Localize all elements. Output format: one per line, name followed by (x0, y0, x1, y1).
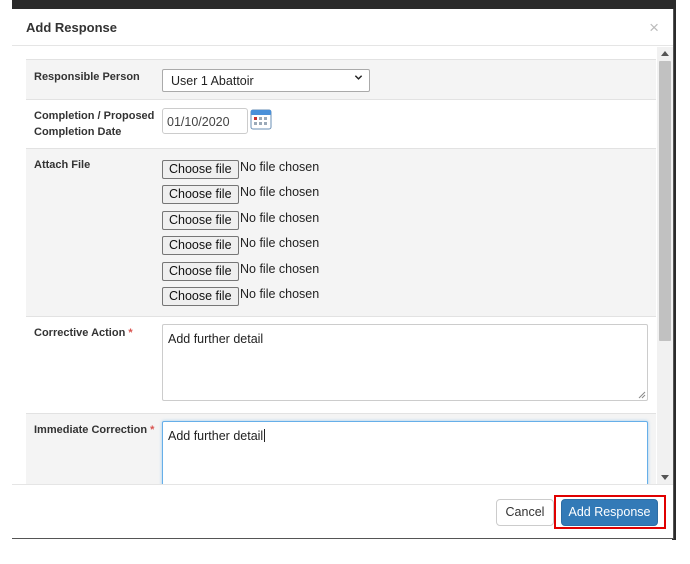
modal-backdrop (12, 0, 675, 9)
scroll-up-arrow-icon[interactable] (661, 51, 669, 56)
row-immediate-correction: Immediate Correction * Add further detai… (26, 413, 656, 484)
modal-body: Responsible Person User 1 Abattoir Compl… (12, 47, 673, 484)
modal-footer: Cancel Add Response (12, 484, 673, 538)
responsible-person-select[interactable]: User 1 Abattoir (162, 69, 370, 92)
chevron-down-icon (354, 75, 363, 80)
resize-grip-icon[interactable] (638, 391, 646, 399)
modal-scrollbar[interactable] (657, 47, 673, 484)
file-status: No file chosen (240, 211, 320, 225)
cancel-button[interactable]: Cancel (496, 499, 554, 526)
attach-file-label: Attach File (34, 159, 91, 171)
responsible-person-selected: User 1 Abattoir (171, 74, 254, 88)
text-cursor (264, 429, 266, 442)
completion-date-input[interactable]: 01/10/2020 (162, 108, 248, 134)
add-response-modal: Add Response × Responsible Person User 1… (12, 9, 674, 539)
scrollbar-thumb[interactable] (659, 61, 671, 341)
file-status: No file chosen (240, 236, 320, 250)
row-responsible-person: Responsible Person User 1 Abattoir (26, 59, 656, 99)
responsible-person-label: Responsible Person (34, 71, 140, 83)
row-attach-file: Attach File Choose file No file chosen C… (26, 148, 656, 316)
required-mark: * (128, 327, 133, 339)
choose-file-button[interactable]: Choose file (162, 160, 239, 179)
corrective-action-textarea[interactable]: Add further detail (162, 324, 648, 401)
scroll-down-arrow-icon[interactable] (661, 475, 669, 480)
required-mark: * (150, 424, 155, 436)
immediate-correction-value: Add further detail (168, 429, 266, 443)
immediate-correction-textarea[interactable]: Add further detail (162, 421, 648, 484)
choose-file-button[interactable]: Choose file (162, 185, 239, 204)
file-status: No file chosen (240, 262, 320, 276)
corrective-action-label: Corrective Action * (34, 327, 133, 339)
choose-file-button[interactable]: Choose file (162, 262, 239, 281)
corrective-action-value: Add further detail (168, 332, 264, 346)
choose-file-button[interactable]: Choose file (162, 211, 239, 230)
close-button[interactable]: × (649, 19, 659, 36)
immediate-correction-label: Immediate Correction * (34, 424, 155, 436)
modal-header: Add Response × (12, 9, 673, 46)
calendar-icon[interactable] (250, 108, 272, 130)
file-status: No file chosen (240, 160, 320, 174)
modal-title: Add Response (26, 20, 118, 35)
file-status: No file chosen (240, 287, 320, 301)
choose-file-button[interactable]: Choose file (162, 287, 239, 306)
add-response-button[interactable]: Add Response (561, 499, 658, 526)
choose-file-button[interactable]: Choose file (162, 236, 239, 255)
completion-date-label-line2: Completion Date (34, 126, 122, 138)
file-status: No file chosen (240, 185, 320, 199)
row-corrective-action: Corrective Action * Add further detail (26, 316, 656, 413)
completion-date-label-line1: Completion / Proposed (34, 110, 155, 122)
row-completion-date: Completion / Proposed Completion Date 01… (26, 99, 656, 148)
completion-date-value: 01/10/2020 (167, 115, 230, 129)
